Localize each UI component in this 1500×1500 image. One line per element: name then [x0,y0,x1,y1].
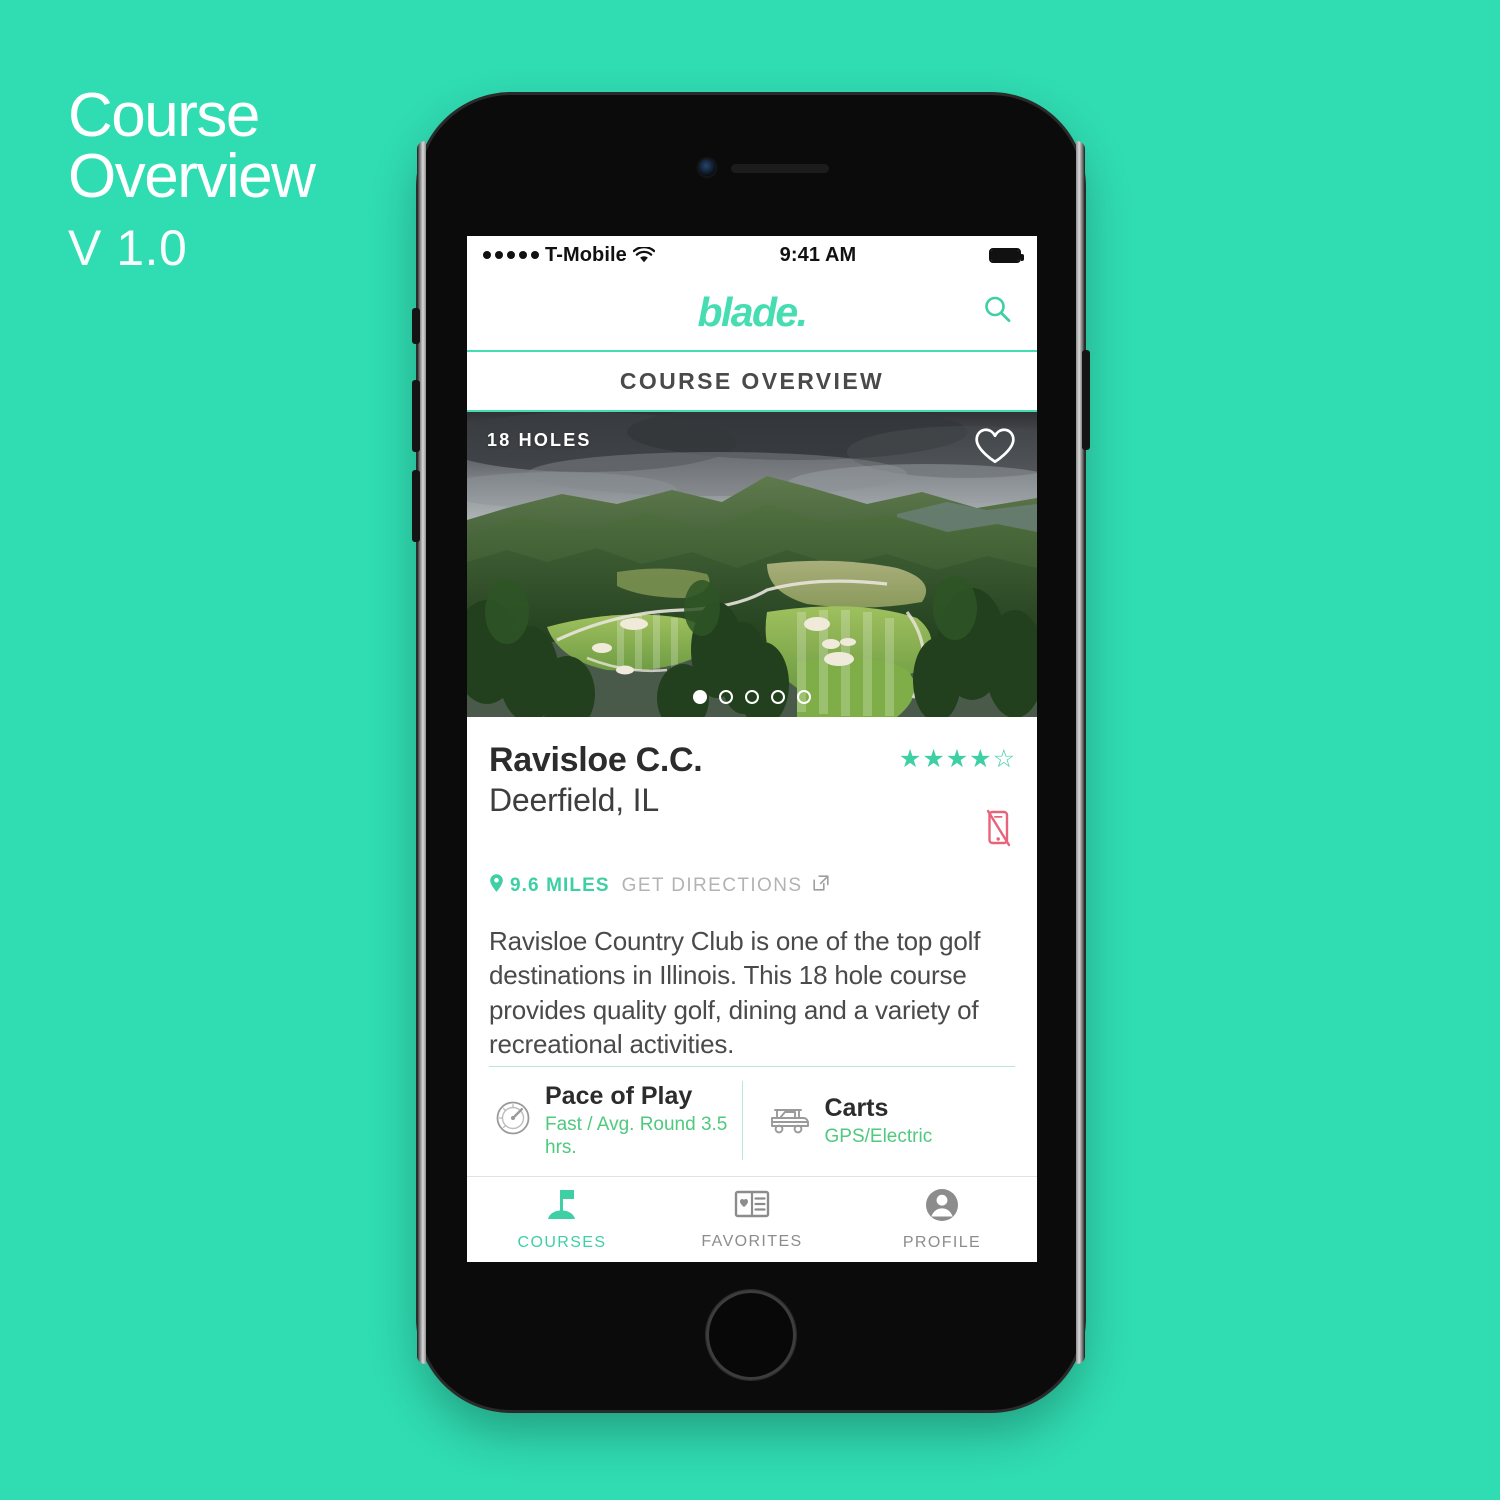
power-button[interactable] [1082,350,1090,450]
profile-person-icon [924,1187,960,1228]
tab-label-profile: PROFILE [902,1234,982,1251]
course-location: Deerfield, IL [489,782,659,819]
golf-course-photo [467,412,1037,717]
golf-flag-icon [543,1187,581,1228]
carousel-dot-1[interactable] [693,690,707,704]
star-filled-3: ★ [945,745,969,773]
carrier-label: T-Mobile [545,243,627,266]
course-stats: Pace of Play Fast / Avg. Round 3.5 hrs. [489,1066,1015,1176]
tab-courses[interactable]: COURSES [467,1177,657,1262]
course-identity: Ravisloe C.C. Deerfield, IL [489,741,703,819]
carousel-dot-5[interactable] [797,690,811,704]
phone-screen: T-Mobile 9:41 AM blade. COURSE OVERVIEW … [467,236,1037,1262]
favorite-button[interactable] [973,424,1017,468]
status-bar: T-Mobile 9:41 AM [467,236,1037,274]
golf-cart-icon [767,1100,813,1141]
stat-label: Carts [824,1093,889,1122]
stat-label: Pace of Play [545,1082,693,1111]
silent-switch[interactable] [412,308,420,344]
course-info-panel: Ravisloe C.C. Deerfield, IL ★ ★ ★ ★ ☆ 9.… [467,717,1037,1176]
search-button[interactable] [979,294,1015,330]
page-title: COURSE OVERVIEW [467,352,1037,412]
stat-pace-text: Pace of Play Fast / Avg. Round 3.5 hrs. [545,1081,742,1160]
wifi-icon [632,246,655,264]
course-name: Ravisloe C.C. [489,741,703,779]
external-link-icon [812,874,830,897]
holes-badge: 18 HOLES [487,430,592,450]
carousel-dot-3[interactable] [745,690,759,704]
signal-strength-icon [483,251,539,259]
tab-label-favorites: FAVORITES [701,1233,803,1250]
star-filled-4: ★ [969,745,992,773]
status-bar-left: T-Mobile [483,244,655,267]
star-rating: ★ ★ ★ ★ ☆ [899,747,1015,772]
phone-device: T-Mobile 9:41 AM blade. COURSE OVERVIEW … [412,95,1090,1410]
earpiece-speaker [731,164,829,173]
course-description: Ravisloe Country Club is one of the top … [489,926,981,1059]
stat-value: GPS/Electric [824,1125,933,1147]
tab-profile[interactable]: PROFILE [847,1177,1037,1262]
volume-down-button[interactable] [412,470,420,542]
distance-label: 9.6 MILES [510,874,610,896]
get-directions-link[interactable]: GET DIRECTIONS [622,875,803,897]
carousel-dot-4[interactable] [771,690,785,704]
favorites-card-icon [732,1188,772,1227]
promo-version: V 1.0 [68,219,188,276]
stat-pace-of-play[interactable]: Pace of Play Fast / Avg. Round 3.5 hrs. [489,1081,742,1160]
carousel-dots[interactable] [693,690,811,704]
home-button[interactable] [706,1290,796,1380]
course-header: Ravisloe C.C. Deerfield, IL ★ ★ ★ ★ ☆ [489,741,1015,855]
clock-label: 9:41 AM [779,243,857,266]
volume-up-button[interactable] [412,380,420,452]
status-bar-right [989,247,1024,263]
app-logo: blade. [697,288,808,335]
promo-title-line1: Course [68,81,260,150]
device-edge-right [1076,141,1085,1364]
no-phone-icon [981,808,1015,855]
directions-row[interactable]: 9.6 MILES GET DIRECTIONS [489,873,1015,898]
star-filled-2: ★ [922,745,945,773]
search-icon [981,293,1014,331]
map-pin-icon [489,873,504,898]
bottom-tab-bar: COURSES FAVORITES PROFILE [467,1176,1037,1262]
carousel-dot-2[interactable] [719,690,733,704]
tab-favorites[interactable]: FAVORITES [657,1177,847,1262]
stat-carts-text: Carts GPS/Electric [825,1093,933,1149]
speedometer-icon [493,1098,533,1143]
course-meta-right: ★ ★ ★ ★ ☆ [899,741,1015,855]
course-hero-image[interactable]: 18 HOLES [467,412,1037,717]
app-header: blade. [467,274,1037,352]
promo-block: Course Overview V 1.0 [68,81,448,276]
star-empty-5: ☆ [992,745,1015,773]
battery-full-icon [989,247,1024,263]
promo-title-line2: Overview [68,142,316,212]
star-filled-1: ★ [898,745,922,773]
front-camera [698,159,716,176]
stat-value: Fast / Avg. Round 3.5 hrs. [545,1114,728,1159]
tab-label-courses: COURSES [517,1234,607,1251]
promo-title: Course Overview [68,81,448,212]
stat-carts[interactable]: Carts GPS/Electric [741,1081,1016,1160]
